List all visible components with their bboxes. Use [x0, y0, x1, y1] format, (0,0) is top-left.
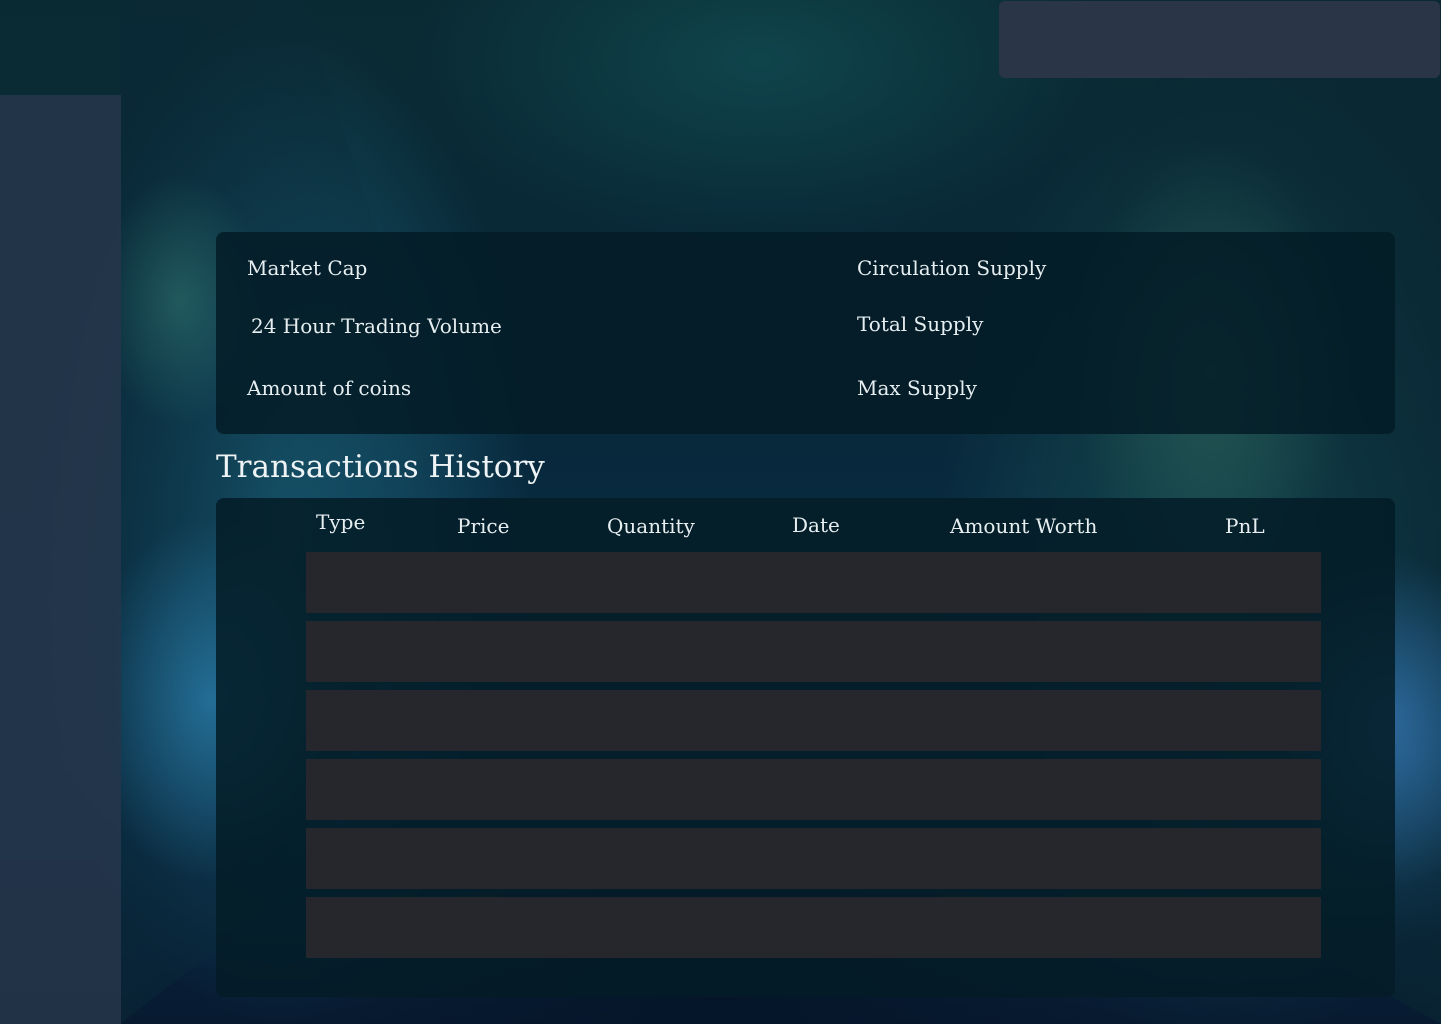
table-row[interactable] [306, 621, 1321, 682]
column-header-price: Price [457, 514, 510, 538]
transactions-history-title: Transactions History [216, 449, 545, 485]
total-supply-label: Total Supply [857, 312, 984, 336]
transactions-table: Type Price Quantity Date Amount Worth Pn… [216, 498, 1395, 997]
max-supply-label: Max Supply [857, 376, 977, 400]
top-bar [999, 1, 1440, 78]
trading-volume-label: 24 Hour Trading Volume [251, 314, 502, 338]
amount-of-coins-label: Amount of coins [247, 376, 412, 400]
coin-stats-panel: Market Cap 24 Hour Trading Volume Amount… [216, 232, 1395, 434]
table-row[interactable] [306, 552, 1321, 613]
column-header-amount-worth: Amount Worth [950, 514, 1098, 538]
market-cap-label: Market Cap [247, 256, 368, 280]
table-row[interactable] [306, 828, 1321, 889]
table-row[interactable] [306, 759, 1321, 820]
column-header-date: Date [792, 513, 840, 537]
transaction-rows [306, 552, 1321, 966]
circulation-supply-label: Circulation Supply [857, 256, 1047, 280]
column-header-type: Type [316, 510, 366, 534]
sidebar [0, 95, 121, 1024]
column-header-pnl: PnL [1225, 514, 1265, 538]
table-row[interactable] [306, 897, 1321, 958]
table-row[interactable] [306, 690, 1321, 751]
column-header-quantity: Quantity [607, 514, 695, 538]
